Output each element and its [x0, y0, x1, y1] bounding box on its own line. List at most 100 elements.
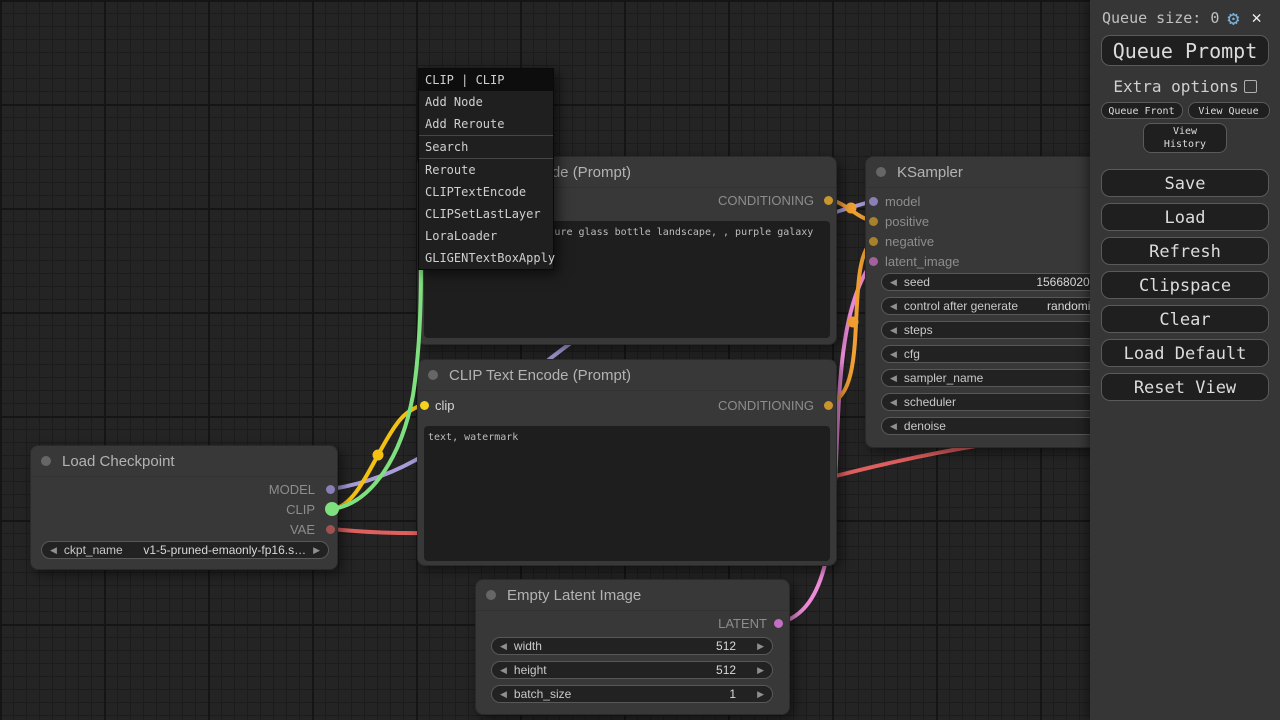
wire-midpoint-dot — [848, 317, 859, 328]
right-arrow-icon[interactable]: ▶ — [757, 665, 764, 676]
sidebar-menu: Queue size: 0 ⚙ ✕ Queue Prompt Extra opt… — [1090, 0, 1280, 720]
output-label-conditioning: CONDITIONING — [718, 194, 814, 208]
clipspace-button[interactable]: Clipspace — [1101, 271, 1269, 299]
clear-button[interactable]: Clear — [1101, 305, 1269, 333]
menu-item-reroute[interactable]: Reroute — [419, 159, 553, 181]
collapse-dot-icon[interactable] — [876, 167, 886, 177]
right-arrow-icon[interactable]: ▶ — [757, 689, 764, 700]
reset-view-button[interactable]: Reset View — [1101, 373, 1269, 401]
node-title-bar[interactable]: Load Checkpoint — [31, 446, 337, 477]
widget-label: denoise — [904, 419, 946, 433]
node-title-bar[interactable]: CLIP Text Encode (Prompt) — [418, 360, 836, 391]
widget-value: 1 — [729, 687, 736, 701]
output-label-conditioning: CONDITIONING — [718, 399, 814, 413]
left-arrow-icon[interactable]: ◀ — [890, 373, 897, 384]
node-title: CLIP Text Encode (Prompt) — [449, 367, 631, 384]
menu-item-loraloader[interactable]: LoraLoader — [419, 225, 553, 247]
widget-height[interactable]: ◀ height 512 ▶ — [491, 661, 773, 679]
output-slot-vae[interactable] — [326, 525, 335, 534]
input-label-latent-image: latent_image — [885, 255, 959, 269]
menu-item-gligentextboxapply[interactable]: GLIGENTextBoxApply — [419, 247, 553, 269]
output-label-clip: CLIP — [286, 503, 315, 517]
close-icon[interactable]: ✕ — [1251, 9, 1261, 27]
left-arrow-icon[interactable]: ◀ — [500, 641, 507, 652]
view-history-button[interactable]: View History — [1143, 123, 1227, 153]
wire-clip — [332, 404, 424, 509]
output-slot-conditioning[interactable] — [824, 401, 833, 410]
input-label-negative: negative — [885, 235, 934, 249]
widget-label: cfg — [904, 347, 920, 361]
right-arrow-icon[interactable]: ▶ — [757, 641, 764, 652]
input-slot-positive[interactable] — [869, 217, 878, 226]
widget-width[interactable]: ◀ width 512 ▶ — [491, 637, 773, 655]
wire-clip-dragged — [332, 268, 421, 509]
left-arrow-icon[interactable]: ◀ — [890, 397, 897, 408]
view-queue-button[interactable]: View Queue — [1188, 102, 1270, 119]
widget-value: 512 — [716, 639, 736, 653]
load-default-button[interactable]: Load Default — [1101, 339, 1269, 367]
output-label-model: MODEL — [269, 483, 315, 497]
output-label-vae: VAE — [290, 523, 315, 537]
widget-label: batch_size — [514, 687, 571, 701]
output-slot-conditioning[interactable] — [824, 196, 833, 205]
left-arrow-icon[interactable]: ◀ — [890, 325, 897, 336]
wire-midpoint-dot — [373, 450, 384, 461]
extra-options-label: Extra options — [1113, 77, 1238, 96]
widget-label: control after generate — [904, 299, 1018, 313]
node-title: Load Checkpoint — [62, 453, 175, 470]
widget-ckpt-name[interactable]: ◀ ckpt_name v1-5-pruned-emaonly-fp16.s… … — [41, 541, 329, 559]
right-arrow-icon[interactable]: ▶ — [313, 545, 320, 556]
widget-label: scheduler — [904, 395, 956, 409]
settings-gear-icon[interactable]: ⚙ — [1227, 9, 1239, 27]
node-title: KSampler — [897, 164, 963, 181]
left-arrow-icon[interactable]: ◀ — [890, 277, 897, 288]
node-load-checkpoint[interactable]: Load Checkpoint MODEL CLIP VAE ◀ ckpt_na… — [30, 445, 338, 570]
prompt-textarea[interactable]: text, watermark — [424, 426, 830, 561]
input-label-positive: positive — [885, 215, 929, 229]
queue-prompt-button[interactable]: Queue Prompt — [1101, 35, 1269, 66]
node-clip-text-encode-negative[interactable]: CLIP Text Encode (Prompt) clip CONDITION… — [417, 359, 837, 566]
widget-label: seed — [904, 275, 930, 289]
left-arrow-icon[interactable]: ◀ — [500, 665, 507, 676]
wire-midpoint-dot — [846, 203, 857, 214]
widget-label: sampler_name — [904, 371, 983, 385]
queue-size-label: Queue size: 0 — [1102, 9, 1219, 27]
output-slot-model[interactable] — [326, 485, 335, 494]
left-arrow-icon[interactable]: ◀ — [890, 301, 897, 312]
input-slot-model[interactable] — [869, 197, 878, 206]
node-empty-latent-image[interactable]: Empty Latent Image LATENT ◀ width 512 ▶ … — [475, 579, 790, 715]
menu-item-clipsetlastlayer[interactable]: CLIPSetLastLayer — [419, 203, 553, 225]
widget-label: height — [514, 663, 547, 677]
input-slot-latent-image[interactable] — [869, 257, 878, 266]
refresh-button[interactable]: Refresh — [1101, 237, 1269, 265]
collapse-dot-icon[interactable] — [41, 456, 51, 466]
left-arrow-icon[interactable]: ◀ — [500, 689, 507, 700]
input-slot-negative[interactable] — [869, 237, 878, 246]
output-label-latent: LATENT — [718, 617, 767, 631]
left-arrow-icon[interactable]: ◀ — [50, 545, 57, 556]
extra-options-checkbox[interactable] — [1244, 80, 1257, 93]
load-button[interactable]: Load — [1101, 203, 1269, 231]
menu-item-search[interactable]: Search — [419, 136, 553, 158]
input-slot-clip[interactable] — [420, 401, 429, 410]
node-title-bar[interactable]: Empty Latent Image — [476, 580, 789, 611]
menu-item-cliptextencode[interactable]: CLIPTextEncode — [419, 181, 553, 203]
collapse-dot-icon[interactable] — [486, 590, 496, 600]
widget-batch-size[interactable]: ◀ batch_size 1 ▶ — [491, 685, 773, 703]
menu-item-add-reroute[interactable]: Add Reroute — [419, 113, 553, 135]
node-title: Empty Latent Image — [507, 587, 641, 604]
left-arrow-icon[interactable]: ◀ — [890, 349, 897, 360]
collapse-dot-icon[interactable] — [428, 370, 438, 380]
widget-value: 512 — [716, 663, 736, 677]
widget-label: width — [514, 639, 542, 653]
output-slot-latent[interactable] — [774, 619, 783, 628]
input-label-clip: clip — [435, 399, 455, 413]
context-menu: CLIP | CLIP Add Node Add Reroute Search … — [418, 68, 554, 270]
left-arrow-icon[interactable]: ◀ — [890, 421, 897, 432]
queue-front-button[interactable]: Queue Front — [1101, 102, 1183, 119]
context-menu-title: CLIP | CLIP — [419, 69, 553, 91]
widget-label: steps — [904, 323, 933, 337]
menu-item-add-node[interactable]: Add Node — [419, 91, 553, 113]
widget-value: v1-5-pruned-emaonly-fp16.s… — [143, 543, 306, 557]
save-button[interactable]: Save — [1101, 169, 1269, 197]
